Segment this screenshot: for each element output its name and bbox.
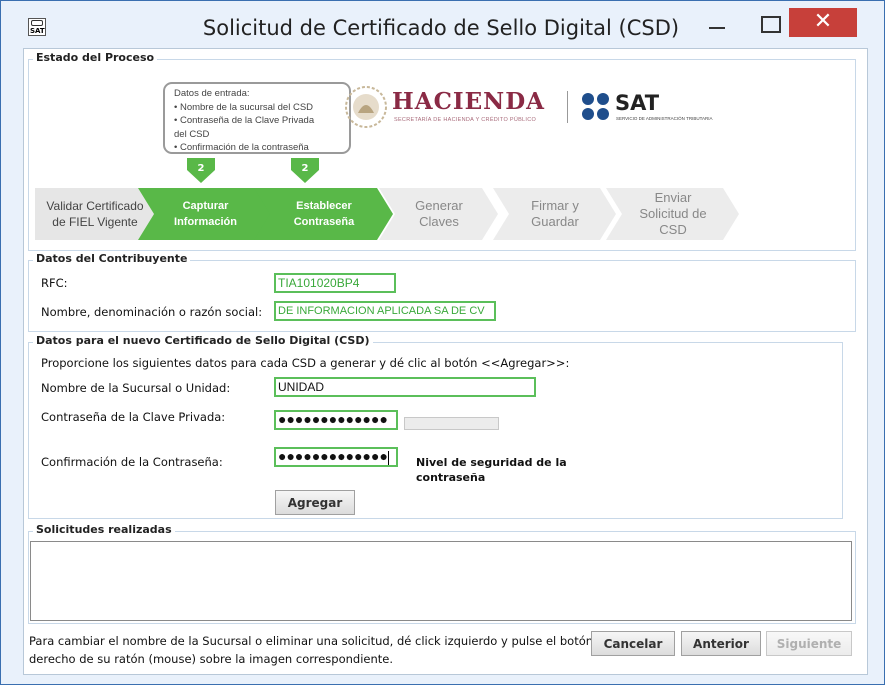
nivel-seguridad-line: Nivel de seguridad de la [416, 456, 567, 469]
step-label: Firmar y [531, 198, 579, 213]
csd-instruction: Proporcione los siguientes datos para ca… [41, 356, 570, 370]
password-strength-meter [404, 417, 499, 430]
password-mask: ●●●●●●●●●●●●● [278, 448, 388, 464]
contribuyente-group: Datos del Contribuyente [28, 252, 856, 332]
razon-social-label: Nombre, denominación o razón social: [41, 305, 263, 319]
step-label: Generar [415, 198, 463, 213]
anterior-button[interactable]: Anterior [681, 631, 761, 656]
escudo-nacional-icon [344, 85, 389, 130]
close-icon: ✕ [813, 9, 833, 34]
step-establecer-contrasena: Establecer Contraseña [254, 188, 394, 240]
nuevo-csd-title: Datos para el nuevo Certificado de Sello… [33, 334, 373, 347]
step-label: Contraseña [293, 216, 355, 228]
confirmacion-label: Confirmación de la Contraseña: [41, 455, 223, 469]
callout-line: • Confirmación de la contraseña [174, 142, 309, 153]
step-label: Claves [419, 214, 459, 229]
step-badge-down-arrow: 2 [291, 158, 319, 184]
step-label: CSD [659, 222, 687, 237]
step-enviar-solicitud: Enviar Solicitud de CSD [606, 188, 740, 240]
title-bar[interactable]: SAT Solicitud de Certificado de Sello Di… [1, 1, 884, 48]
solicitudes-list[interactable] [30, 541, 852, 621]
text-cursor [387, 450, 389, 465]
app-icon-text: SAT [30, 27, 45, 35]
callout-line: • Contraseña de la Clave Privada [174, 115, 315, 126]
siguiente-button[interactable]: Siguiente [766, 631, 852, 656]
step-generar-claves: Generar Claves [379, 188, 499, 240]
password-mask: ●●●●●●●●●●●●● [278, 411, 388, 427]
dialog-content: Estado del Proceso Datos de entrada: • N… [23, 48, 868, 675]
sat-logo-subtitle: SERVICIO DE ADMINISTRACIÓN TRIBUTARIA [616, 116, 713, 121]
clave-privada-input[interactable]: ●●●●●●●●●●●●● [274, 410, 398, 430]
razon-social-field[interactable]: DE INFORMACION APLICADA SA DE CV [274, 301, 496, 321]
solicitudes-title: Solicitudes realizadas [33, 523, 175, 536]
step-badge-down-arrow: 2 [187, 158, 215, 184]
hacienda-logo-text: HACIENDA [392, 88, 545, 115]
callout-line: del CSD [174, 128, 210, 140]
sat-logo-text: SAT [615, 91, 660, 115]
step-label: Información [174, 216, 237, 228]
callout-line: • Nombre de la sucursal del CSD [174, 101, 314, 113]
sucursal-label: Nombre de la Sucursal o Unidad: [41, 381, 231, 395]
logo-divider [567, 91, 568, 123]
footer-hint-line: Para cambiar el nombre de la Sucursal o … [29, 634, 594, 648]
callout-line: Datos de entrada: [174, 88, 250, 99]
step-capturar-informacion: Capturar Información [138, 188, 273, 240]
footer-hint: Para cambiar el nombre de la Sucursal o … [29, 632, 593, 668]
nivel-seguridad-line: contraseña [416, 471, 486, 484]
close-button[interactable]: ✕ [789, 8, 857, 37]
hacienda-logo-subtitle: SECRETARÍA DE HACIENDA Y CRÉDITO PÚBLICO [394, 117, 537, 123]
step-firmar-guardar: Firmar y Guardar [493, 188, 617, 240]
clave-privada-label: Contraseña de la Clave Privada: [41, 410, 226, 424]
window-title: Solicitud de Certificado de Sello Digita… [202, 16, 680, 40]
agregar-button[interactable]: Agregar [275, 490, 355, 515]
estado-proceso-title: Estado del Proceso [33, 51, 158, 64]
step-label: Enviar [654, 190, 692, 205]
nivel-seguridad-label: Nivel de seguridad de la contraseña [416, 455, 567, 485]
badge-number: 2 [198, 163, 205, 174]
badge-number: 2 [302, 163, 309, 174]
contribuyente-title: Datos del Contribuyente [33, 252, 191, 265]
sat-app-icon: SAT [28, 18, 46, 36]
confirmacion-input[interactable]: ●●●●●●●●●●●●● [274, 447, 398, 467]
footer-hint-line: derecho de su ratón (mouse) sobre la ima… [29, 652, 394, 666]
step-label: de FIEL Vigente [52, 215, 138, 229]
step-label: Establecer [296, 200, 352, 212]
step-validar-fiel: Validar Certificado de FIEL Vigente [35, 188, 155, 240]
step-label: Validar Certificado [46, 199, 144, 213]
step-label: Guardar [531, 214, 579, 229]
rfc-field[interactable]: TIA101020BP4 [274, 273, 396, 293]
rfc-label: RFC: [41, 276, 68, 290]
sat-logo-icon [581, 92, 611, 122]
sucursal-input[interactable]: UNIDAD [274, 377, 536, 397]
minimize-button[interactable] [694, 7, 740, 37]
maximize-button[interactable] [746, 7, 792, 37]
cancelar-button[interactable]: Cancelar [591, 631, 675, 656]
datos-entrada-callout: Datos de entrada: • Nombre de la sucursa… [163, 82, 351, 154]
step-label: Capturar [182, 200, 229, 212]
step-label: Solicitud de [639, 206, 707, 221]
dialog-window: SAT Solicitud de Certificado de Sello Di… [0, 0, 885, 685]
